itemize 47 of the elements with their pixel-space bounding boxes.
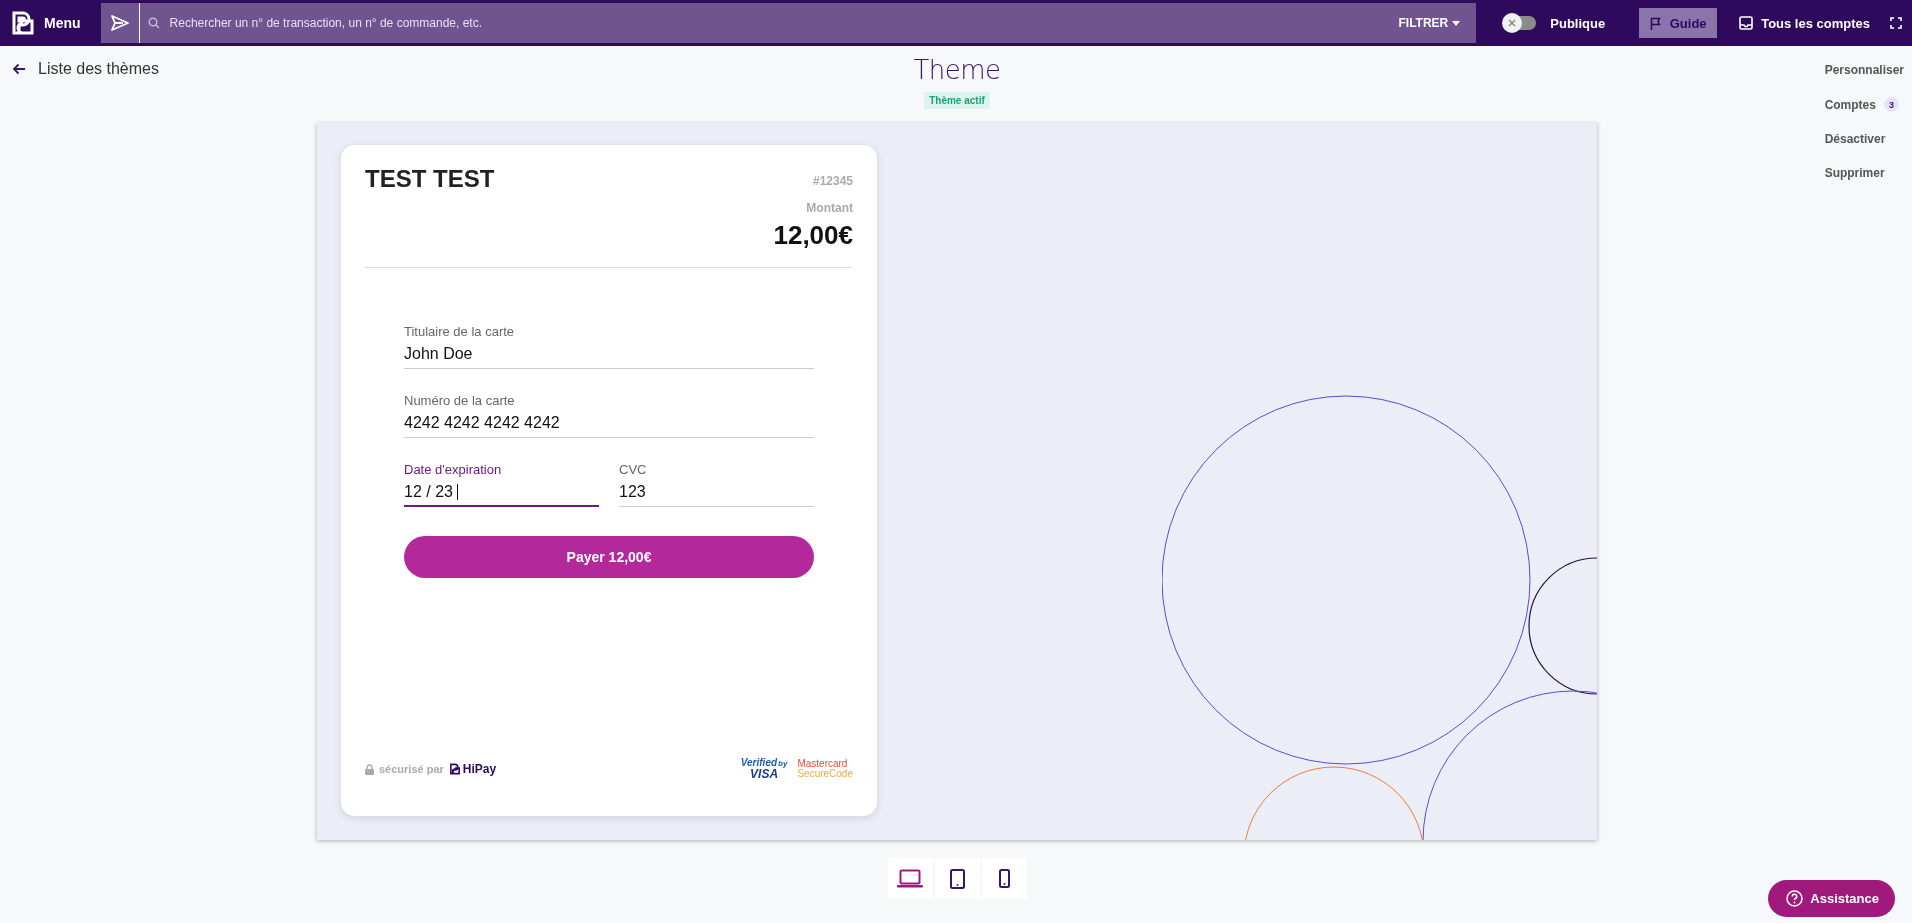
caret-icon	[1452, 20, 1461, 26]
text-field[interactable]: Titulaire de la carte John Doe	[404, 324, 814, 369]
flag-icon	[1649, 16, 1662, 30]
secured-text: sécurisé par	[379, 763, 444, 775]
fullscreen-icon[interactable]	[1890, 17, 1902, 29]
side-menu-item[interactable]: Personnaliser	[1824, 63, 1904, 77]
status-badge: Thème actif	[924, 92, 990, 109]
inbox-icon	[1739, 16, 1754, 30]
holder-title: TEST TEST	[365, 165, 495, 194]
paper-plane-icon	[110, 15, 129, 31]
search-field[interactable]: Rechercher un n° de transaction, un n° de commande, etc.	[139, 3, 1383, 43]
device-button[interactable]	[887, 858, 933, 899]
device-button[interactable]	[934, 858, 980, 899]
toggle-label: Publique	[1550, 15, 1606, 31]
amount-label: Montant	[806, 201, 853, 215]
amount-value: 12,00€	[773, 220, 853, 251]
send-button[interactable]	[100, 3, 140, 43]
page-title: Theme	[913, 55, 1001, 85]
side-menu-item[interactable]: Comptes 3	[1824, 97, 1904, 112]
guide-button[interactable]: Guide	[1639, 8, 1718, 38]
accounts-button[interactable]: Tous les comptes	[1733, 14, 1876, 32]
mastercard-logo: Mastercard SecureCode	[797, 758, 853, 780]
count-badge: 3	[1883, 97, 1899, 112]
text-field[interactable]: CVC 123	[619, 462, 814, 507]
menu-button[interactable]: Menu	[0, 0, 101, 46]
assistance-button[interactable]: Assistance	[1768, 880, 1895, 917]
back-arrow-icon	[12, 63, 26, 75]
help-icon	[1786, 890, 1804, 907]
side-menu-item[interactable]: Désactiver	[1824, 132, 1904, 146]
logo-icon	[10, 10, 36, 36]
brand-logo: HiPay	[448, 762, 497, 776]
text-field[interactable]: Numéro de la carte 4242 4242 4242 4242	[404, 393, 814, 438]
lock-icon	[365, 763, 374, 775]
back-link[interactable]: Liste des thèmes	[12, 60, 159, 78]
order-number: #12345	[812, 174, 853, 188]
search-icon	[147, 17, 160, 29]
filter-button[interactable]: FILTRER	[1382, 3, 1477, 43]
search-input[interactable]: Rechercher un n° de transaction, un n° de commande, etc.	[167, 15, 1383, 31]
pay-button[interactable]: Payer 12,00€	[404, 536, 814, 578]
text-field[interactable]: Date d'expiration 12 / 23	[404, 462, 599, 507]
visa-logo: Verifiedby VISA	[740, 758, 788, 780]
side-menu-item[interactable]: Supprimer	[1824, 166, 1904, 180]
device-button[interactable]	[981, 858, 1027, 899]
cross-icon	[1507, 18, 1518, 28]
tablet-icon	[949, 868, 965, 889]
laptop-icon	[897, 868, 923, 889]
phone-icon	[998, 869, 1010, 888]
